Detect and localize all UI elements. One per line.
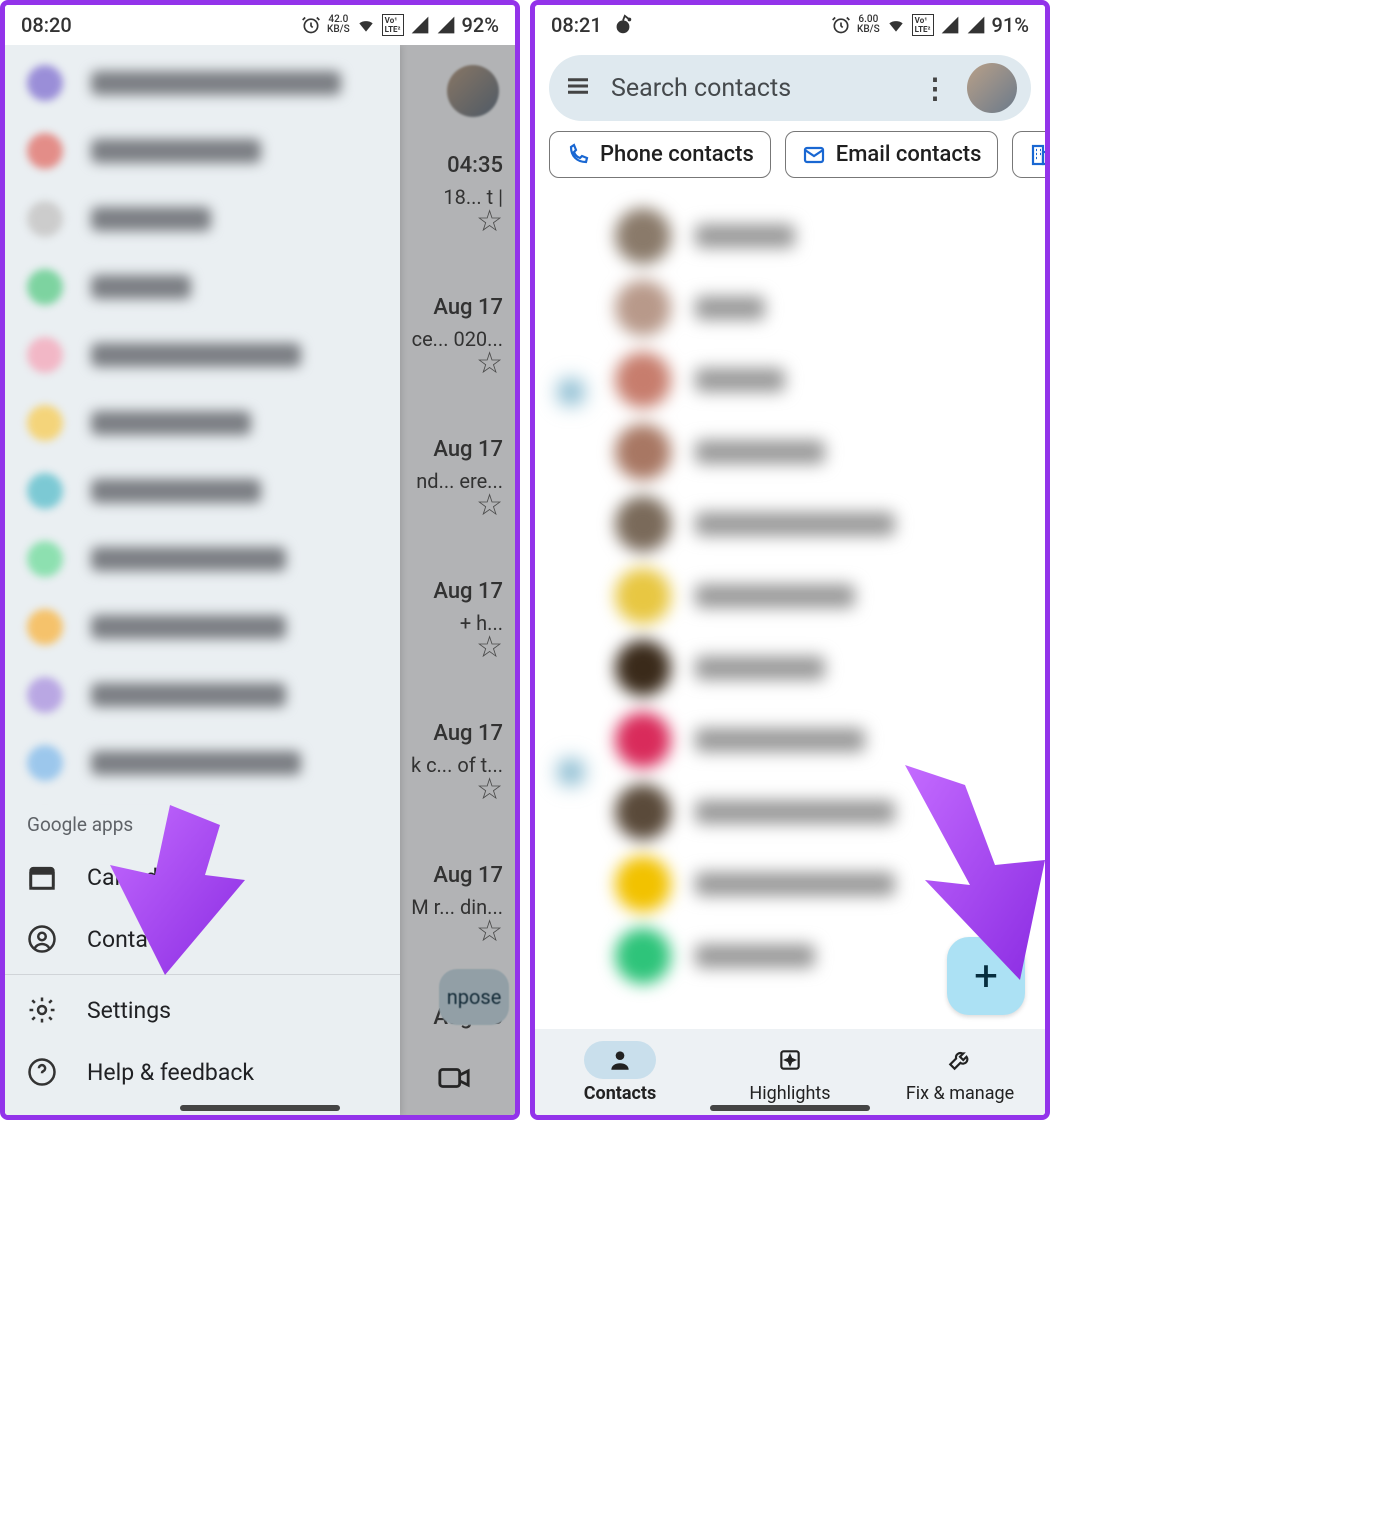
- volte-indicator: Vo¹LTE²: [912, 14, 934, 36]
- alarm-icon: [831, 15, 851, 35]
- chip-company[interactable]: Com: [1012, 131, 1045, 178]
- gear-icon: [27, 995, 57, 1025]
- annotation-arrow: [110, 805, 260, 975]
- net-speed: 6.00KB/S: [857, 15, 880, 35]
- nav-item-contacts[interactable]: Contacts: [535, 1029, 705, 1115]
- account-avatar[interactable]: [967, 63, 1017, 113]
- scrim-overlay[interactable]: [400, 5, 515, 1115]
- nav-item-fix-manage[interactable]: Fix & manage: [875, 1029, 1045, 1115]
- help-icon: [27, 1057, 57, 1087]
- nav-item-highlights[interactable]: Highlights: [705, 1029, 875, 1115]
- signal-icon-1: [410, 15, 430, 35]
- drawer-item-label: Help & feedback: [87, 1059, 254, 1086]
- sparkle-icon: [777, 1047, 803, 1073]
- contacts-icon: [27, 924, 57, 954]
- search-bar[interactable]: Search contacts ⋮: [549, 55, 1031, 121]
- menu-icon: [563, 71, 593, 101]
- drawer-labels-blurred: [5, 45, 400, 805]
- more-options-button[interactable]: ⋮: [921, 72, 949, 105]
- alarm-icon: [301, 15, 321, 35]
- status-time: 08:21: [551, 13, 602, 37]
- status-bar: 08:20 42.0KB/S Vo¹LTE² 92%: [5, 5, 515, 45]
- email-icon: [802, 143, 826, 167]
- home-handle[interactable]: [710, 1105, 870, 1111]
- phone-screenshot-contacts-app: 08:21 6.00KB/S Vo¹LTE² 91% Search contac…: [530, 0, 1050, 1120]
- battery-percent: 91%: [992, 13, 1029, 37]
- chip-phone-contacts[interactable]: Phone contacts: [549, 131, 771, 178]
- filter-chips-row[interactable]: Phone contacts Email contacts Com: [535, 131, 1045, 190]
- annotation-arrow: [885, 765, 1050, 985]
- phone-icon: [566, 143, 590, 167]
- search-placeholder: Search contacts: [611, 74, 903, 103]
- chip-email-contacts[interactable]: Email contacts: [785, 131, 999, 178]
- wifi-icon: [886, 15, 906, 35]
- wrench-icon: [947, 1047, 973, 1073]
- drawer-item-label: Settings: [87, 997, 171, 1024]
- person-icon: [607, 1047, 633, 1073]
- reddit-icon: [612, 14, 634, 36]
- signal-icon-2: [966, 15, 986, 35]
- drawer-item-settings[interactable]: Settings: [5, 979, 400, 1041]
- calendar-icon: [27, 862, 57, 892]
- building-icon: [1029, 143, 1045, 167]
- status-time: 08:20: [21, 13, 72, 37]
- volte-indicator: Vo¹LTE²: [382, 14, 404, 36]
- net-speed: 42.0KB/S: [327, 15, 350, 35]
- signal-icon-1: [940, 15, 960, 35]
- signal-icon-2: [436, 15, 456, 35]
- home-handle[interactable]: [180, 1105, 340, 1111]
- battery-percent: 92%: [462, 13, 499, 37]
- phone-screenshot-gmail-drawer: 08:20 42.0KB/S Vo¹LTE² 92% 04:3518... t …: [0, 0, 520, 1120]
- status-bar: 08:21 6.00KB/S Vo¹LTE² 91%: [535, 5, 1045, 45]
- hamburger-menu-button[interactable]: [563, 71, 593, 105]
- wifi-icon: [356, 15, 376, 35]
- drawer-item-help[interactable]: Help & feedback: [5, 1041, 400, 1115]
- bottom-navigation: Contacts Highlights Fix & manage: [535, 1029, 1045, 1115]
